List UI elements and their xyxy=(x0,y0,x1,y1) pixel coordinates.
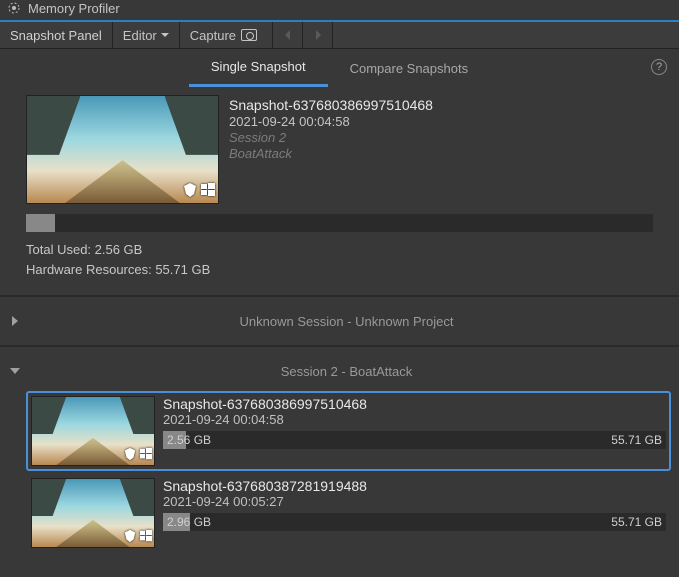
capture-dropdown[interactable]: Capture xyxy=(180,22,273,48)
total-used-label: Total Used: 2.56 GB xyxy=(26,240,653,260)
capture-label: Capture xyxy=(190,28,236,43)
usage-stats: Total Used: 2.56 GB Hardware Resources: … xyxy=(0,240,679,279)
snapshot-thumbnail xyxy=(31,396,155,466)
usage-bar xyxy=(26,214,653,232)
disclosure-down-icon xyxy=(8,367,22,375)
chevron-down-icon xyxy=(161,33,169,37)
snapshot-row-date: 2021-09-24 00:05:27 xyxy=(163,494,666,509)
tab-compare-snapshots[interactable]: Compare Snapshots xyxy=(328,57,491,86)
unity-icon xyxy=(123,447,137,464)
session-title: Session 2 - BoatAttack xyxy=(22,364,671,379)
toolbar-spacer xyxy=(333,22,679,48)
session-section-unknown: Unknown Session - Unknown Project xyxy=(0,297,679,345)
nav-forward-button[interactable] xyxy=(303,22,333,48)
usage-bar-fill xyxy=(26,214,55,232)
toolbar: Snapshot Panel Editor Capture xyxy=(0,22,679,49)
help-icon[interactable]: ? xyxy=(651,59,667,75)
editor-dropdown[interactable]: Editor xyxy=(113,22,180,48)
tab-strip: Single Snapshot Compare Snapshots ? xyxy=(0,49,679,93)
session-header[interactable]: Session 2 - BoatAttack xyxy=(8,353,671,389)
snapshot-detail: Snapshot-637680386997510468 2021-09-24 0… xyxy=(0,95,679,204)
camera-icon xyxy=(241,29,257,41)
snapshot-row-usage-bar: 2.96 GB 55.71 GB xyxy=(163,513,666,531)
window-titlebar: Memory Profiler xyxy=(0,0,679,22)
snapshot-row-name: Snapshot-637680387281919488 xyxy=(163,478,666,494)
nav-back-button[interactable] xyxy=(273,22,303,48)
windows-icon xyxy=(200,182,216,201)
snapshot-thumbnail xyxy=(31,478,155,548)
snapshot-date: 2021-09-24 00:04:58 xyxy=(229,114,433,129)
snapshot-detail-text: Snapshot-637680386997510468 2021-09-24 0… xyxy=(229,95,433,204)
editor-dropdown-label: Editor xyxy=(123,28,157,43)
snapshot-row[interactable]: Snapshot-637680387281919488 2021-09-24 0… xyxy=(26,473,671,553)
windows-icon xyxy=(139,529,153,546)
snapshot-row-name: Snapshot-637680386997510468 xyxy=(163,396,666,412)
session-section-boatattack: Session 2 - BoatAttack Snapshot-63768038… xyxy=(0,347,679,561)
tab-single-snapshot[interactable]: Single Snapshot xyxy=(189,55,328,87)
windows-icon xyxy=(139,447,153,464)
snapshot-thumbnail xyxy=(26,95,219,204)
snapshot-row-total: 55.71 GB xyxy=(611,433,662,447)
unity-icon xyxy=(182,182,198,201)
snapshot-row-date: 2021-09-24 00:04:58 xyxy=(163,412,666,427)
panel-label: Snapshot Panel xyxy=(0,22,113,48)
snapshot-row-usage-bar: 2.56 GB 55.71 GB xyxy=(163,431,666,449)
snapshot-session: Session 2 xyxy=(229,130,433,145)
snapshot-row-used: 2.56 GB xyxy=(167,433,211,447)
hardware-resources-label: Hardware Resources: 55.71 GB xyxy=(26,260,653,280)
disclosure-right-icon xyxy=(8,316,22,326)
snapshot-name: Snapshot-637680386997510468 xyxy=(229,97,433,113)
snapshot-row-total: 55.71 GB xyxy=(611,515,662,529)
snapshot-row[interactable]: Snapshot-637680386997510468 2021-09-24 0… xyxy=(26,391,671,471)
snapshot-project: BoatAttack xyxy=(229,146,433,161)
unity-icon xyxy=(123,529,137,546)
window-title: Memory Profiler xyxy=(28,1,120,16)
snapshot-row-used: 2.96 GB xyxy=(167,515,211,529)
session-header[interactable]: Unknown Session - Unknown Project xyxy=(8,303,671,339)
memory-profiler-icon xyxy=(6,0,22,16)
session-title: Unknown Session - Unknown Project xyxy=(22,314,671,329)
